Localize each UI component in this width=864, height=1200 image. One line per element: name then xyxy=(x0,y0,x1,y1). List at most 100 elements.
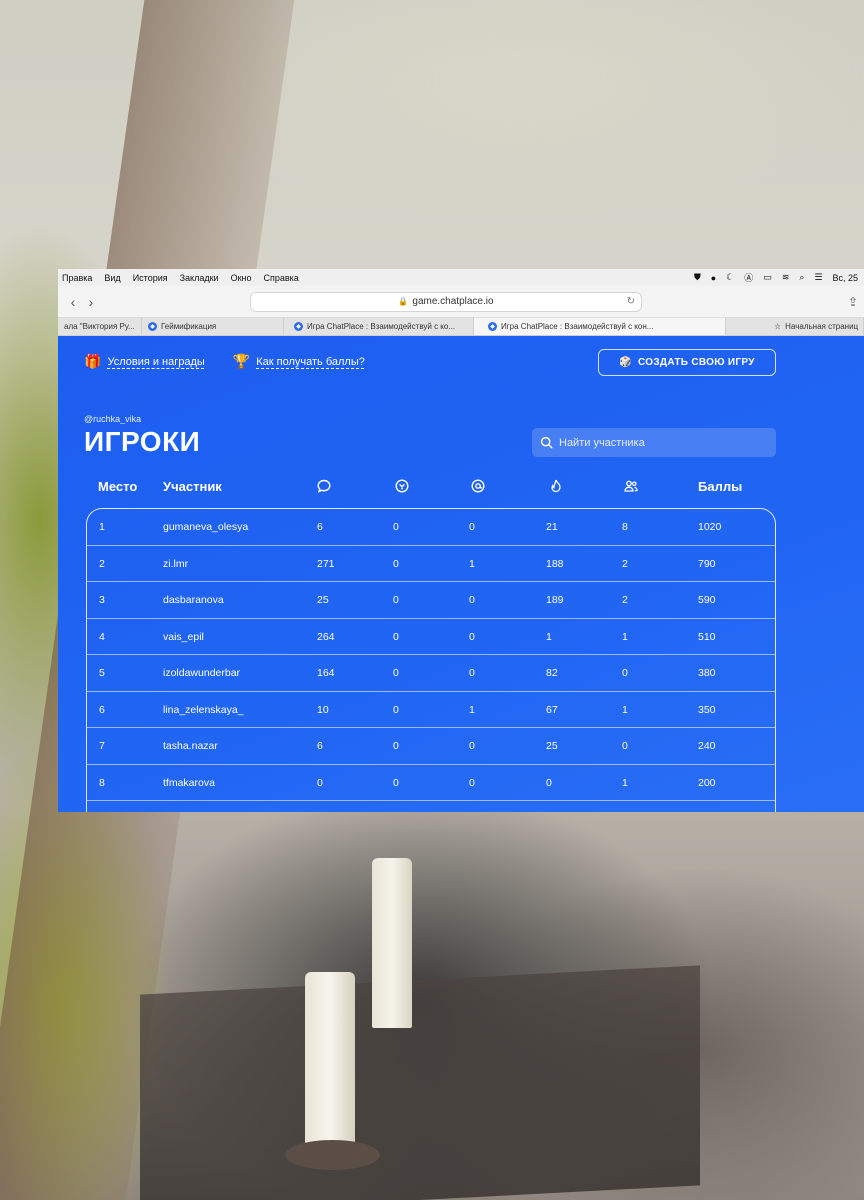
address-url: game.chatplace.io xyxy=(412,296,494,307)
browser-tab[interactable]: ◆ Игра ChatPlace : Взаимодействуй с ко..… xyxy=(284,318,474,335)
search-box[interactable] xyxy=(532,428,776,457)
cell-broadcast: 0 xyxy=(393,667,399,680)
table-row: 6 lina_zelenskaya_ 10 0 1 67 1 350 xyxy=(87,692,775,728)
cell-place: 1 xyxy=(99,521,105,534)
table-row: 5 izoldawunderbar 164 0 0 82 0 380 xyxy=(87,655,775,692)
chatplace-favicon-icon: ◆ xyxy=(488,322,497,331)
menubar-clock[interactable]: Вс, 25 xyxy=(832,273,858,283)
cell-referrals: 1 xyxy=(622,630,628,643)
cell-player: izoldawunderbar xyxy=(163,667,241,680)
cell-fire: 82 xyxy=(546,667,558,680)
cell-place: 6 xyxy=(99,703,105,716)
cell-comments: 0 xyxy=(317,776,323,789)
cell-broadcast: 0 xyxy=(393,740,399,753)
menu-item-window[interactable]: Окно xyxy=(231,273,252,283)
browser-tab[interactable]: ◆ Геймификация xyxy=(142,318,284,335)
rules-link-label: Условия и награды xyxy=(107,355,205,368)
tab-label: ала "Виктория Ру... xyxy=(64,322,135,331)
broadcast-icon xyxy=(394,476,410,496)
control-center-icon[interactable]: ☰ xyxy=(814,272,822,283)
points-link[interactable]: 🏆 Как получать баллы? xyxy=(233,353,365,370)
cell-player: gumaneva_olesya xyxy=(163,521,249,534)
leaderboard-table: 1 gumaneva_olesya 6 0 0 21 8 1020 2 zi.lmr 271 0 1 18… xyxy=(86,508,776,812)
cell-comments: 264 xyxy=(317,630,335,643)
cell-broadcast: 0 xyxy=(393,521,399,534)
share-icon[interactable]: ⇪ xyxy=(848,295,858,309)
reload-icon[interactable]: ↻ xyxy=(627,296,635,307)
search-icon xyxy=(540,436,553,449)
cell-player: dasbaranova xyxy=(163,594,224,607)
cell-mentions: 1 xyxy=(469,703,475,716)
cell-broadcast: 0 xyxy=(393,776,399,789)
browser-tab[interactable]: ☆ Начальная страниц xyxy=(726,318,864,335)
table-row: 4 vais_epil 264 0 0 1 1 510 xyxy=(87,619,775,655)
cell-points: 510 xyxy=(698,630,716,643)
chatplace-favicon-icon: ◆ xyxy=(148,322,157,331)
browser-tab-active[interactable]: ◆ Игра ChatPlace : Взаимодействуй с кон.… xyxy=(474,318,726,335)
address-bar[interactable]: 🔒 game.chatplace.io ↻ xyxy=(250,291,642,312)
battery-icon[interactable]: ▭ xyxy=(763,272,772,283)
fire-icon xyxy=(548,476,564,496)
table-row: 3 dasbaranova 25 0 0 189 2 590 xyxy=(87,582,775,619)
chatplace-favicon-icon: ◆ xyxy=(294,322,303,331)
trophy-icon: 🏆 xyxy=(232,353,251,369)
cell-mentions: 1 xyxy=(469,557,475,570)
account-handle: @ruchka_vika xyxy=(84,414,142,424)
forward-icon[interactable]: › xyxy=(82,294,100,310)
menu-item-help[interactable]: Справка xyxy=(263,273,298,283)
dice-icon: 🎲 xyxy=(619,357,633,368)
header-place: Место xyxy=(98,478,138,494)
tab-label: Игра ChatPlace : Взаимодействуй с ко... xyxy=(307,322,456,331)
wifi-icon[interactable]: ≋ xyxy=(782,272,790,283)
cell-referrals: 1 xyxy=(622,703,628,716)
menu-item-history[interactable]: История xyxy=(133,273,168,283)
cell-referrals: 0 xyxy=(622,667,628,680)
background-table xyxy=(140,965,700,1200)
create-game-button[interactable]: 🎲 СОЗДАТЬ СВОЮ ИГРУ xyxy=(598,349,776,376)
cell-place: 4 xyxy=(99,630,105,643)
menu-item-view[interactable]: Вид xyxy=(104,273,120,283)
cell-points: 380 xyxy=(698,667,716,680)
macos-menubar: Правка Вид История Закладки Окно Справка… xyxy=(58,269,864,286)
search-input[interactable] xyxy=(559,436,759,449)
menu-item-edit[interactable]: Правка xyxy=(62,273,92,283)
referral-icon xyxy=(623,476,639,496)
browser-window: Правка Вид История Закладки Окно Справка… xyxy=(58,269,864,812)
cell-comments: 25 xyxy=(317,594,329,607)
spotlight-search-icon[interactable]: ⌕ xyxy=(799,272,804,283)
shield-icon[interactable]: ⛊ xyxy=(694,272,701,283)
cell-mentions: 0 xyxy=(469,630,475,643)
tab-label: Начальная страниц xyxy=(785,322,859,331)
cell-player: tfmakarova xyxy=(163,776,215,789)
input-source-icon[interactable]: Ⓐ xyxy=(744,271,753,284)
browser-toolbar: ‹ › 🔒 game.chatplace.io ↻ ⇪ xyxy=(58,286,864,318)
moon-icon[interactable]: ☾ xyxy=(726,272,734,283)
cell-player: lina_zelenskaya_ xyxy=(163,703,244,716)
points-link-label: Как получать баллы? xyxy=(256,355,365,368)
messenger-icon[interactable]: ● xyxy=(711,273,716,283)
menu-item-bookmarks[interactable]: Закладки xyxy=(180,273,219,283)
cell-fire: 0 xyxy=(546,776,552,789)
page-title: ИГРОКИ xyxy=(84,426,201,457)
rules-link[interactable]: 🎁 Условия и награды xyxy=(84,353,205,370)
back-icon[interactable]: ‹ xyxy=(64,294,82,310)
table-row: 8 tfmakarova 0 0 0 0 1 200 xyxy=(87,765,775,801)
comment-icon xyxy=(316,476,332,496)
tab-label: Геймификация xyxy=(161,322,217,331)
cell-mentions: 0 xyxy=(469,667,475,680)
mention-icon xyxy=(470,476,486,496)
browser-tab[interactable]: ала "Виктория Ру... xyxy=(58,318,142,335)
table-row: 1 gumaneva_olesya 6 0 0 21 8 1020 xyxy=(87,509,775,546)
cell-broadcast: 0 xyxy=(393,703,399,716)
cell-comments: 6 xyxy=(317,740,323,753)
cell-referrals: 1 xyxy=(622,776,628,789)
cell-points: 790 xyxy=(698,557,716,570)
cell-fire: 21 xyxy=(546,521,558,534)
header-player: Участник xyxy=(163,478,222,494)
cell-fire: 67 xyxy=(546,703,558,716)
cell-mentions: 0 xyxy=(469,594,475,607)
cell-player: tasha.nazar xyxy=(163,740,218,753)
cell-points: 1020 xyxy=(698,521,722,534)
cell-place: 5 xyxy=(99,667,105,680)
table-header: Место Участник Баллы xyxy=(58,476,864,496)
